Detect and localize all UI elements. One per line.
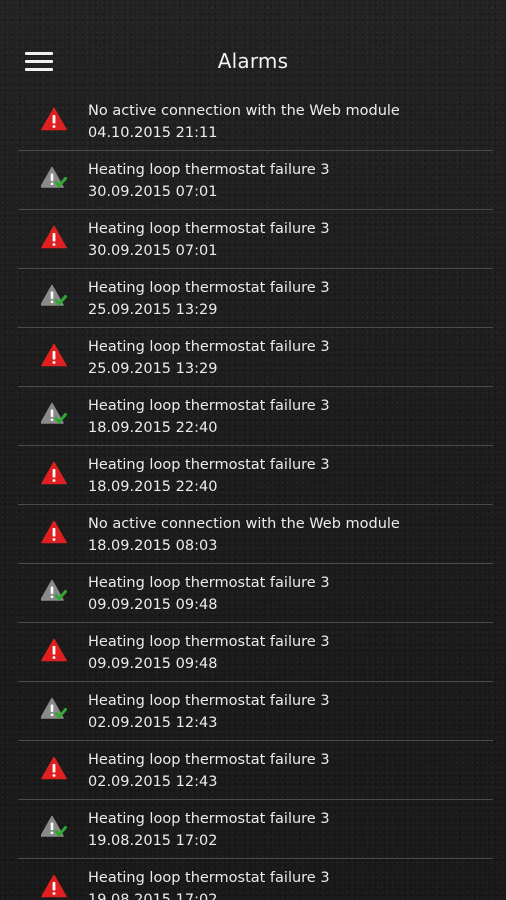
warning-icon: [41, 461, 67, 485]
alarm-text: Heating loop thermostat failure 3 09.09.…: [88, 631, 330, 675]
alarm-list-item[interactable]: Heating loop thermostat failure 3 30.09.…: [18, 210, 493, 269]
alarm-list-item[interactable]: No active connection with the Web module…: [18, 92, 493, 151]
alarm-title: Heating loop thermostat failure 3: [88, 162, 330, 178]
alarm-date: 25.09.2015 13:29: [88, 361, 218, 377]
alarm-list-item[interactable]: Heating loop thermostat failure 3 19.08.…: [18, 800, 493, 859]
alarm-list-item[interactable]: Heating loop thermostat failure 3 19.08.…: [18, 859, 493, 900]
alarm-text: Heating loop thermostat failure 3 02.09.…: [88, 690, 330, 734]
warning-resolved-icon: [41, 166, 67, 190]
alarm-title: Heating loop thermostat failure 3: [88, 811, 330, 827]
alarm-date: 02.09.2015 12:43: [88, 774, 218, 790]
alarm-list-item[interactable]: Heating loop thermostat failure 3 18.09.…: [18, 446, 493, 505]
alarm-title: Heating loop thermostat failure 3: [88, 693, 330, 709]
alarm-title: Heating loop thermostat failure 3: [88, 457, 330, 473]
alarm-title: Heating loop thermostat failure 3: [88, 870, 330, 886]
alarm-list: No active connection with the Web module…: [0, 92, 506, 900]
alarm-title: No active connection with the Web module: [88, 103, 400, 119]
alarm-text: Heating loop thermostat failure 3 18.09.…: [88, 454, 330, 498]
warning-icon: [41, 107, 67, 131]
alarm-title: Heating loop thermostat failure 3: [88, 221, 330, 237]
alarm-list-item[interactable]: Heating loop thermostat failure 3 02.09.…: [18, 741, 493, 800]
alarm-title: Heating loop thermostat failure 3: [88, 339, 330, 355]
alarm-date: 25.09.2015 13:29: [88, 302, 218, 318]
alarm-text: Heating loop thermostat failure 3 30.09.…: [88, 159, 330, 203]
warning-icon: [41, 638, 67, 662]
alarm-title: No active connection with the Web module: [88, 516, 400, 532]
alarm-list-item[interactable]: Heating loop thermostat failure 3 09.09.…: [18, 623, 493, 682]
alarm-text: No active connection with the Web module…: [88, 513, 400, 557]
alarm-list-item[interactable]: Heating loop thermostat failure 3 25.09.…: [18, 269, 493, 328]
page-title: Alarms: [217, 49, 289, 73]
warning-resolved-icon: [41, 579, 67, 603]
alarm-date: 09.09.2015 09:48: [88, 656, 218, 672]
alarm-date: 30.09.2015 07:01: [88, 184, 218, 200]
alarm-text: No active connection with the Web module…: [88, 100, 400, 144]
alarm-list-item[interactable]: Heating loop thermostat failure 3 25.09.…: [18, 328, 493, 387]
alarm-date: 19.08.2015 17:02: [88, 892, 218, 900]
alarm-text: Heating loop thermostat failure 3 25.09.…: [88, 277, 330, 321]
warning-resolved-icon: [41, 284, 67, 308]
alarm-list-item[interactable]: Heating loop thermostat failure 3 09.09.…: [18, 564, 493, 623]
alarm-date: 02.09.2015 12:43: [88, 715, 218, 731]
alarm-title: Heating loop thermostat failure 3: [88, 752, 330, 768]
alarm-text: Heating loop thermostat failure 3 25.09.…: [88, 336, 330, 380]
alarm-date: 18.09.2015 08:03: [88, 538, 218, 554]
warning-icon: [41, 343, 67, 367]
alarm-text: Heating loop thermostat failure 3 09.09.…: [88, 572, 330, 616]
alarm-title: Heating loop thermostat failure 3: [88, 575, 330, 591]
warning-icon: [41, 874, 67, 898]
warning-resolved-icon: [41, 697, 67, 721]
alarm-list-item[interactable]: No active connection with the Web module…: [18, 505, 493, 564]
alarm-date: 30.09.2015 07:01: [88, 243, 218, 259]
alarm-title: Heating loop thermostat failure 3: [88, 398, 330, 414]
alarm-text: Heating loop thermostat failure 3 02.09.…: [88, 749, 330, 793]
alarm-text: Heating loop thermostat failure 3 30.09.…: [88, 218, 330, 262]
app-header: Alarms: [0, 0, 506, 92]
warning-icon: [41, 756, 67, 780]
alarm-date: 18.09.2015 22:40: [88, 479, 218, 495]
alarm-title: Heating loop thermostat failure 3: [88, 280, 330, 296]
warning-resolved-icon: [41, 815, 67, 839]
alarm-list-item[interactable]: Heating loop thermostat failure 3 30.09.…: [18, 151, 493, 210]
warning-icon: [41, 520, 67, 544]
alarm-date: 04.10.2015 21:11: [88, 125, 218, 141]
alarm-list-item[interactable]: Heating loop thermostat failure 3 02.09.…: [18, 682, 493, 741]
alarm-date: 18.09.2015 22:40: [88, 420, 218, 436]
alarm-list-item[interactable]: Heating loop thermostat failure 3 18.09.…: [18, 387, 493, 446]
alarm-text: Heating loop thermostat failure 3 18.09.…: [88, 395, 330, 439]
warning-icon: [41, 225, 67, 249]
alarm-text: Heating loop thermostat failure 3 19.08.…: [88, 808, 330, 852]
alarm-title: Heating loop thermostat failure 3: [88, 634, 330, 650]
alarm-date: 19.08.2015 17:02: [88, 833, 218, 849]
warning-resolved-icon: [41, 402, 67, 426]
alarm-date: 09.09.2015 09:48: [88, 597, 218, 613]
alarm-text: Heating loop thermostat failure 3 19.08.…: [88, 867, 330, 900]
